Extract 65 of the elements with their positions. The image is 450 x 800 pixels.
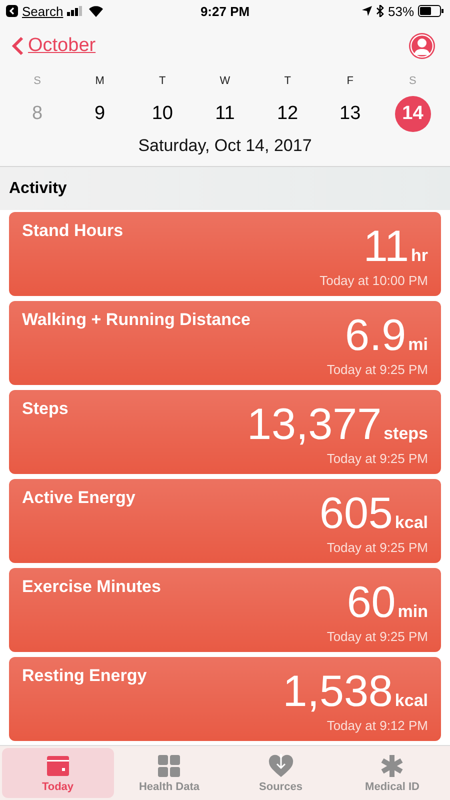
card-value: 13,377 [247,403,382,447]
card-timestamp: Today at 9:25 PM [326,362,428,377]
weekday-letter: S [409,74,416,89]
tab-bar-item[interactable]: Today [2,748,114,798]
back-icon [6,5,18,17]
activity-card[interactable]: Steps 13,377 steps Today at 9:25 PM [9,390,441,474]
card-timestamp: Today at 10:00 PM [320,273,428,288]
calendar-icon [46,754,70,778]
tab-bar-item[interactable]: Health Data [114,748,225,798]
day-button[interactable]: 11 [206,96,243,132]
day-button[interactable]: 8 [19,96,56,132]
section-header: Activity [9,180,67,198]
day-button[interactable]: 9 [82,96,118,132]
tab-bar-item[interactable]: Medical ID [336,748,448,798]
card-timestamp: Today at 9:25 PM [326,451,428,466]
weekday-letter: W [220,74,230,89]
weekday-letter: T [159,74,166,89]
card-title: Exercise Minutes [22,577,161,598]
card-unit: min [398,602,428,622]
card-unit: hr [411,246,428,266]
card-unit: kcal [394,513,428,533]
weekday-letter: M [95,74,104,89]
card-value: 6.9 [344,314,406,358]
tab-bar-item[interactable]: Sources [225,748,336,798]
grid-icon [157,754,182,778]
selected-date: Saturday, Oct 14, 2017 [138,136,312,155]
month-back-link[interactable]: October [12,35,96,57]
weekday-letter: T [284,74,291,89]
clock: 9:27 PM [200,4,250,18]
card-title: Active Energy [22,488,136,509]
activity-card[interactable]: Walking + Running Distance 6.9 mi Today at 9:25 PM [9,301,441,385]
card-unit: steps [384,424,428,444]
card-value: 1,538 [282,670,393,714]
activity-card[interactable]: Resting Energy 1,538 kcal Today at 9:12 PM [9,657,441,741]
location-icon [362,6,372,16]
activity-card[interactable]: Exercise Minutes 60 min Today at 9:25 PM [9,568,441,652]
card-title: Walking + Running Distance [22,310,250,331]
card-title: Resting Energy [22,666,147,687]
card-unit: kcal [394,691,428,711]
activity-card[interactable]: Active Energy 605 kcal Today at 9:25 PM [9,479,441,563]
battery-icon [418,5,444,17]
day-button[interactable]: 14 [394,96,431,132]
activity-card[interactable]: Stand Hours 11 hr Today at 10:00 PM [9,212,441,296]
day-button[interactable]: 10 [144,96,180,132]
card-title: Stand Hours [22,221,124,242]
card-timestamp: Today at 9:25 PM [326,629,428,644]
wifi-icon [89,6,104,16]
back-to-app-link[interactable]: Search [22,4,64,18]
bluetooth-icon [376,5,384,17]
card-value: 11 [363,225,409,269]
chevron-left-icon [12,36,24,56]
weekday-letter: S [34,74,41,89]
day-button[interactable]: 12 [270,96,306,132]
profile-icon[interactable] [408,32,436,60]
asterisk-icon [380,754,404,778]
weekday-letter: F [346,74,354,89]
card-timestamp: Today at 9:25 PM [326,540,428,555]
day-button[interactable]: 13 [332,96,368,132]
card-unit: mi [408,335,428,355]
card-value: 605 [319,492,393,536]
heart-download-icon [268,754,294,778]
card-timestamp: Today at 9:12 PM [326,718,428,733]
battery-percent: 53% [388,4,414,18]
card-value: 60 [346,581,396,625]
card-title: Steps [22,399,68,420]
